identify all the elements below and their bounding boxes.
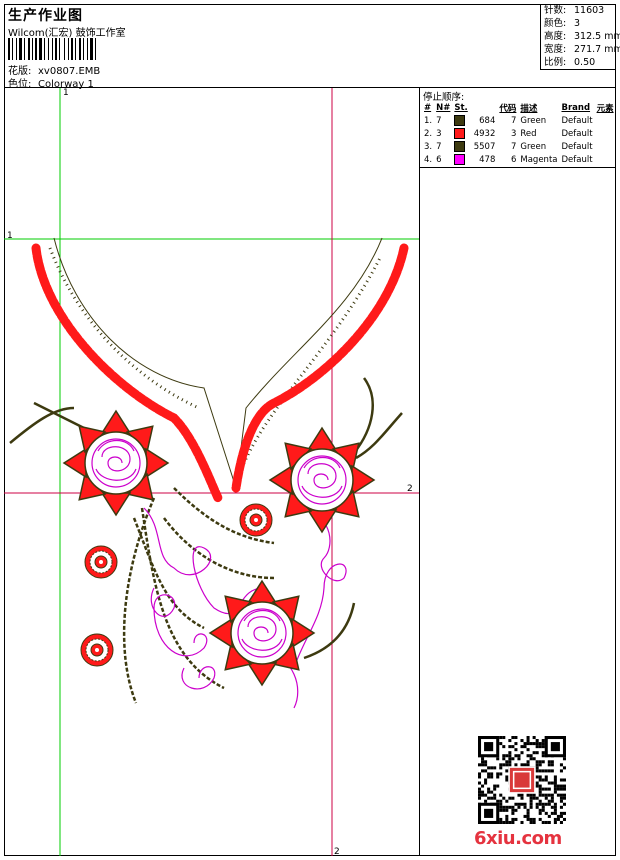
cell-stitches: 478 xyxy=(479,155,496,165)
rose-left xyxy=(63,410,169,516)
stat-label: 颜色: xyxy=(544,18,567,29)
stat-label: 高度: xyxy=(544,31,567,42)
cell-description: Green xyxy=(520,141,547,152)
column-header: St. xyxy=(454,102,468,113)
header: 生产作业图 Wilcom(汇宏) 鼓饰工作室 花版: xv0807.EMB 色位:… xyxy=(4,4,620,90)
medallion-1 xyxy=(239,503,273,537)
stat-label: 比例: xyxy=(544,57,567,68)
stat-stitches: 针数: 11603 xyxy=(541,4,616,17)
stat-width: 宽度: 271.7 mm xyxy=(541,43,620,56)
company-name: Wilcom(汇宏) 鼓饰工作室 xyxy=(8,28,126,39)
design-stats: 针数: 11603 颜色: 3 高度: 312.5 mm 宽度: 271.7 mm 比例… xyxy=(540,4,620,70)
cell-needle: 7 xyxy=(436,141,442,152)
cell-index: 2. xyxy=(424,128,433,139)
table-row: 1. 7 684 7 Green Default xyxy=(422,114,616,127)
color-swatch xyxy=(454,154,466,165)
stop-sequence-title: 停止顺序: xyxy=(423,92,465,103)
guide-label-v2: 2 xyxy=(334,847,340,856)
cell-code: 6 xyxy=(510,154,517,165)
qr-code-icon xyxy=(478,736,566,824)
color-swatch xyxy=(454,128,466,139)
rose-right xyxy=(269,427,375,533)
stat-scale: 比例: 0.50 xyxy=(541,56,616,69)
cell-index: 4. xyxy=(424,154,433,165)
stat-value: 312.5 mm xyxy=(574,31,620,42)
barcode xyxy=(8,38,135,60)
stat-height: 高度: 312.5 mm xyxy=(541,30,620,43)
stat-value: 11603 xyxy=(574,5,605,16)
cell-brand: Default xyxy=(561,115,593,126)
watermark: 6xiu.com xyxy=(474,828,562,849)
stat-value: 271.7 mm xyxy=(574,44,620,55)
column-header: N# xyxy=(436,102,451,113)
cell-description: Green xyxy=(520,115,547,126)
cell-element xyxy=(595,153,616,166)
medallion-2 xyxy=(84,545,118,579)
cell-index: 1. xyxy=(424,115,433,126)
stat-label: 宽度: xyxy=(544,44,567,55)
cell-needle: 6 xyxy=(436,154,442,165)
cell-description: Red xyxy=(520,128,537,139)
guide-label-v1: 1 xyxy=(63,88,69,98)
table-row: 2. 3 4932 3 Red Default xyxy=(422,127,616,140)
stop-sequence-table: # N# St. 代码 描述 Brand 元素 1. 7 684 7 Green Defa… xyxy=(422,101,616,166)
cell-stitches: 684 xyxy=(479,116,496,126)
table-row: 4. 6 478 6 Magenta Default xyxy=(422,153,616,166)
cell-element xyxy=(595,114,616,127)
color-swatch xyxy=(454,141,466,152)
cell-brand: Default xyxy=(561,128,593,139)
cell-code: 7 xyxy=(510,141,517,152)
stat-value: 0.50 xyxy=(574,57,596,68)
color-swatch xyxy=(454,115,466,126)
cell-stitches: 4932 xyxy=(473,129,496,139)
stat-label: 针数: xyxy=(544,5,567,16)
page-title: 生产作业图 xyxy=(8,8,83,24)
column-header: Brand xyxy=(561,102,591,113)
cell-code: 7 xyxy=(510,115,517,126)
stop-sequence-panel: 停止顺序: # N# St. 代码 描述 Brand 元素 1. 7 684 7 Gre… xyxy=(420,88,616,168)
cell-index: 3. xyxy=(424,141,433,152)
medallion-3 xyxy=(80,633,114,667)
cell-code: 3 xyxy=(510,128,517,139)
guide-label-h1: 1 xyxy=(7,231,13,241)
rose-bottom xyxy=(209,580,315,686)
cell-brand: Default xyxy=(561,154,593,165)
embroidery-drawing: 1 1 2 2 xyxy=(4,88,419,856)
stat-value: 3 xyxy=(574,18,581,29)
cell-description: Magenta xyxy=(520,154,558,165)
column-header: 描述 xyxy=(520,103,538,114)
guide-label-h2: 2 xyxy=(407,484,413,494)
cell-brand: Default xyxy=(561,141,593,152)
stat-colors: 颜色: 3 xyxy=(541,17,616,30)
cell-stitches: 5507 xyxy=(473,142,496,152)
cell-element xyxy=(595,127,616,140)
cell-element xyxy=(595,140,616,153)
cell-needle: 3 xyxy=(436,128,442,139)
design-canvas: 1 1 2 2 xyxy=(4,88,420,856)
vines xyxy=(9,377,403,704)
column-header: 元素 xyxy=(596,103,614,114)
table-row: 3. 7 5507 7 Green Default xyxy=(422,140,616,153)
cell-needle: 7 xyxy=(436,115,442,126)
column-header: 代码 xyxy=(499,103,517,114)
